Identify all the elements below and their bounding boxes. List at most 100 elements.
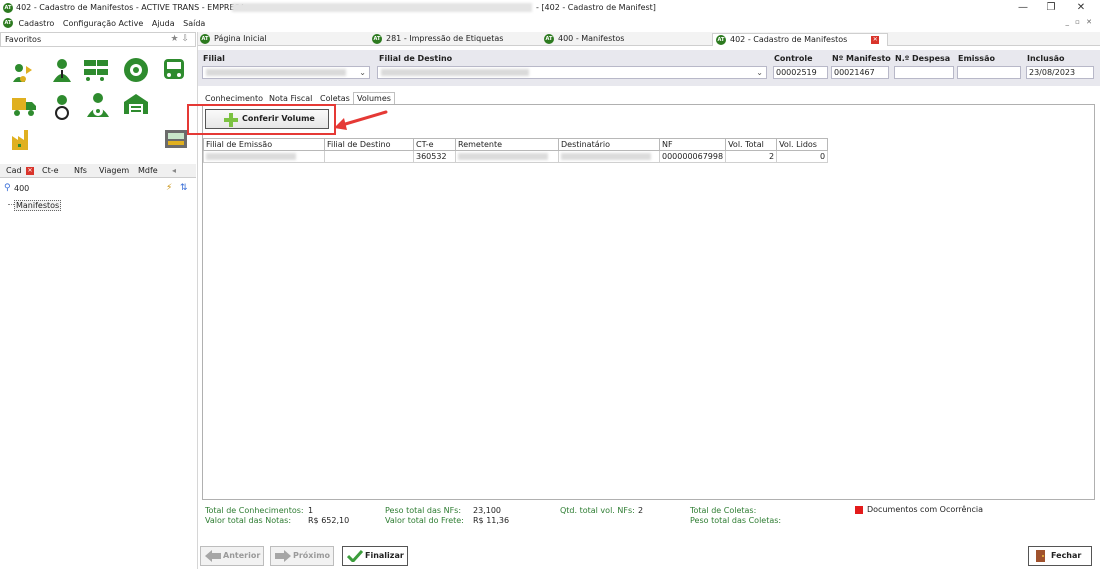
peso-coletas-label: Peso total das Coletas:: [690, 516, 782, 525]
emissao-field[interactable]: [957, 66, 1021, 79]
col-cte[interactable]: CT-e: [413, 138, 456, 151]
anterior-button[interactable]: Anterior: [200, 546, 264, 566]
menu-logo-icon: AT: [3, 18, 13, 28]
qtd-vol-value: 2: [638, 506, 644, 515]
pin-icon[interactable]: ★ ⇩: [171, 34, 189, 44]
delivery-truck-icon[interactable]: [10, 92, 38, 120]
fechar-label: Fechar: [1051, 551, 1082, 560]
qtd-vol-label: Qtd. total vol. NFs:: [560, 506, 635, 515]
col-nf[interactable]: NF: [658, 138, 727, 151]
tab-cte[interactable]: Ct-e: [42, 166, 59, 175]
cell-remetente[interactable]: [455, 150, 559, 163]
tab-cadastro-manifestos[interactable]: AT 402 - Cadastro de Manifestos ✕: [712, 33, 888, 46]
col-destinatario[interactable]: Destinatário: [558, 138, 660, 151]
cash-register-icon[interactable]: [162, 124, 190, 152]
tab-pagina-inicial[interactable]: AT Página Inicial: [200, 33, 368, 46]
restore-icon[interactable]: ❐: [1042, 1, 1060, 15]
tab-manifestos[interactable]: AT 400 - Manifestos: [544, 33, 712, 46]
clear-search-icon[interactable]: ⚡: [166, 183, 172, 193]
tab-viagem[interactable]: Viagem: [99, 166, 129, 175]
cell-cte[interactable]: 360532: [413, 150, 456, 163]
finalizar-button[interactable]: Finalizar: [342, 546, 408, 566]
despesa-field[interactable]: [894, 66, 954, 79]
user-transfer-icon[interactable]: [10, 58, 38, 86]
minimize-icon[interactable]: —: [1014, 1, 1032, 15]
menu-cadastro[interactable]: Cadastro: [19, 19, 55, 28]
cell-vol-lidos[interactable]: 0: [776, 150, 829, 163]
fechar-button[interactable]: Fechar: [1028, 546, 1092, 566]
scroll-left-icon[interactable]: ◂: [172, 166, 176, 175]
col-vol-lidos[interactable]: Vol. Lidos: [776, 138, 829, 151]
peso-nfs-value: 23,100: [473, 506, 501, 515]
redacted-value: [381, 69, 529, 76]
peso-nfs-label: Peso total das NFs:: [385, 506, 462, 515]
favorites-bar[interactable]: Favoritos ★ ⇩: [0, 32, 196, 47]
sort-icon[interactable]: ⇅: [180, 183, 188, 193]
tab-nfs[interactable]: Nfs: [74, 166, 87, 175]
inner-tabs: Conhecimento Nota Fiscal Coletas Volumes: [203, 92, 503, 104]
left-panel-tabs: Cad ✕ Ct-e Nfs Viagem Mdfe ◂: [0, 164, 196, 178]
steering-driver-icon[interactable]: [84, 90, 112, 118]
valor-notas-value: R$ 652,10: [308, 516, 350, 525]
inclusao-field[interactable]: 23/08/2023: [1026, 66, 1094, 79]
chevron-down-icon[interactable]: ⌄: [756, 67, 763, 78]
arrow-right-icon: [275, 550, 291, 562]
favorites-label: Favoritos: [5, 35, 42, 44]
col-vol-total[interactable]: Vol. Total: [725, 138, 778, 151]
cell-destinatario[interactable]: [558, 150, 660, 163]
tab-volumes[interactable]: Volumes: [353, 92, 395, 104]
volumes-panel: Conferir Volume Filial de Emissão Filial…: [187, 104, 1095, 500]
driver-icon[interactable]: [48, 92, 76, 120]
mdi-window-buttons[interactable]: _ ▫ ✕: [1065, 18, 1094, 26]
person-icon[interactable]: [48, 56, 76, 84]
tab-mdfe[interactable]: Mdfe: [138, 166, 158, 175]
tire-icon[interactable]: [122, 56, 150, 84]
search-input[interactable]: 400: [14, 184, 29, 193]
arrow-left-icon: [205, 550, 221, 562]
menu-configuracao[interactable]: Configuração Active: [63, 19, 143, 28]
chevron-down-icon[interactable]: ⌄: [359, 67, 366, 78]
menu-bar: AT Cadastro Configuração Active Ajuda Sa…: [0, 16, 1100, 30]
col-remetente[interactable]: Remetente: [455, 138, 559, 151]
warehouse-icon[interactable]: [122, 90, 150, 118]
menu-tree: Manifestos: [0, 198, 196, 568]
col-filial-emissao[interactable]: Filial de Emissão: [203, 138, 325, 151]
tab-coletas[interactable]: Coletas: [320, 94, 350, 103]
tab-conhecimento[interactable]: Conhecimento: [205, 94, 263, 103]
total-conhecimentos-label: Total de Conhecimentos:: [205, 506, 304, 515]
cell-filial-emissao[interactable]: [203, 150, 325, 163]
tab-impressao-etiquetas[interactable]: AT 281 - Impressão de Etiquetas: [372, 33, 542, 46]
cell-nf[interactable]: 000000067998: [658, 150, 727, 163]
redacted-value: [458, 153, 548, 160]
search-icon: ⚲: [4, 183, 11, 193]
factory-icon[interactable]: [8, 124, 36, 152]
redacted-company: [232, 3, 532, 12]
fleet-trucks-icon[interactable]: [82, 56, 110, 84]
bus-icon[interactable]: [160, 56, 188, 84]
filial-select[interactable]: ⌄: [202, 66, 370, 79]
table-row[interactable]: 360532 000000067998 2 0: [203, 150, 829, 163]
tab-close-icon[interactable]: ✕: [871, 35, 880, 44]
menu-ajuda[interactable]: Ajuda: [152, 19, 175, 28]
proximo-button[interactable]: Próximo: [270, 546, 334, 566]
manifesto-field[interactable]: 00021467: [831, 66, 889, 79]
redacted-value: [561, 153, 651, 160]
cell-vol-total[interactable]: 2: [725, 150, 778, 163]
tab-cad-close-icon[interactable]: ✕: [26, 167, 34, 175]
col-filial-destino[interactable]: Filial de Destino: [324, 138, 414, 151]
controle-field[interactable]: 00002519: [773, 66, 828, 79]
window-title-suffix: - [402 - Cadastro de Manifest]: [536, 3, 656, 12]
filial-destino-select[interactable]: ⌄: [377, 66, 767, 79]
menu-saida[interactable]: Saída: [183, 19, 205, 28]
tab-cad[interactable]: Cad: [6, 166, 22, 175]
tree-node-manifestos[interactable]: Manifestos: [14, 200, 62, 211]
legend-ocorrencia-label: Documentos com Ocorrência: [867, 505, 984, 514]
proximo-label: Próximo: [293, 551, 331, 560]
tab-nota-fiscal[interactable]: Nota Fiscal: [269, 94, 312, 103]
document-tabs: AT Página Inicial AT 281 - Impressão de Et…: [198, 32, 1100, 46]
close-icon[interactable]: ✕: [1072, 1, 1090, 15]
controle-label: Controle: [774, 54, 813, 63]
cell-filial-destino[interactable]: [324, 150, 414, 163]
legend-ocorrencia-swatch: [855, 506, 863, 514]
title-bar: AT 402 - Cadastro de Manifestos - ACTIVE…: [0, 0, 1100, 16]
